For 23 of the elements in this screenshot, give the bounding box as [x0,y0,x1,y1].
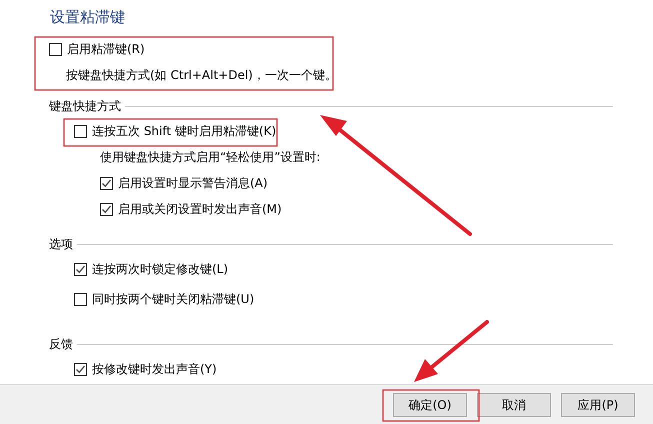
checkbox-label[interactable]: 启用粘滞键(R) [67,40,145,58]
dialog-button[interactable]: 应用(P) [561,392,635,416]
note-text: 使用键盘快捷方式启用“轻松使用”设置时: [100,149,320,166]
checkbox[interactable] [49,42,62,56]
checkbox-label[interactable]: 连按两次时锁定修改键(L) [92,260,228,278]
checkbox[interactable] [74,292,87,306]
checkbox[interactable] [100,202,113,216]
description-text: 按键盘快捷方式(如 Ctrl+Alt+Del)，一次一个键。 [66,67,337,84]
dialog-heading: 设置粘滞键 [50,7,126,28]
checkbox-label[interactable]: 启用设置时显示警告消息(A) [118,174,268,192]
checkbox[interactable] [74,362,87,376]
checkbox[interactable] [100,176,113,190]
dialog-button[interactable]: 取消 [477,392,551,416]
dialog-button[interactable]: 确定(O) [393,392,467,416]
group-heading: 键盘快捷方式 [49,98,121,115]
checkbox-label[interactable]: 连按五次 Shift 键时启用粘滞键(K) [92,122,276,140]
checkbox-label[interactable]: 按修改键时发出声音(Y) [92,360,217,378]
group-heading: 选项 [49,236,73,253]
checkbox[interactable] [74,124,87,138]
checkbox-label[interactable]: 同时按两个键时关闭粘滞键(U) [92,290,254,308]
group-heading: 反馈 [49,336,73,353]
checkbox[interactable] [74,262,87,276]
checkbox-label[interactable]: 启用或关闭设置时发出声音(M) [118,200,282,218]
